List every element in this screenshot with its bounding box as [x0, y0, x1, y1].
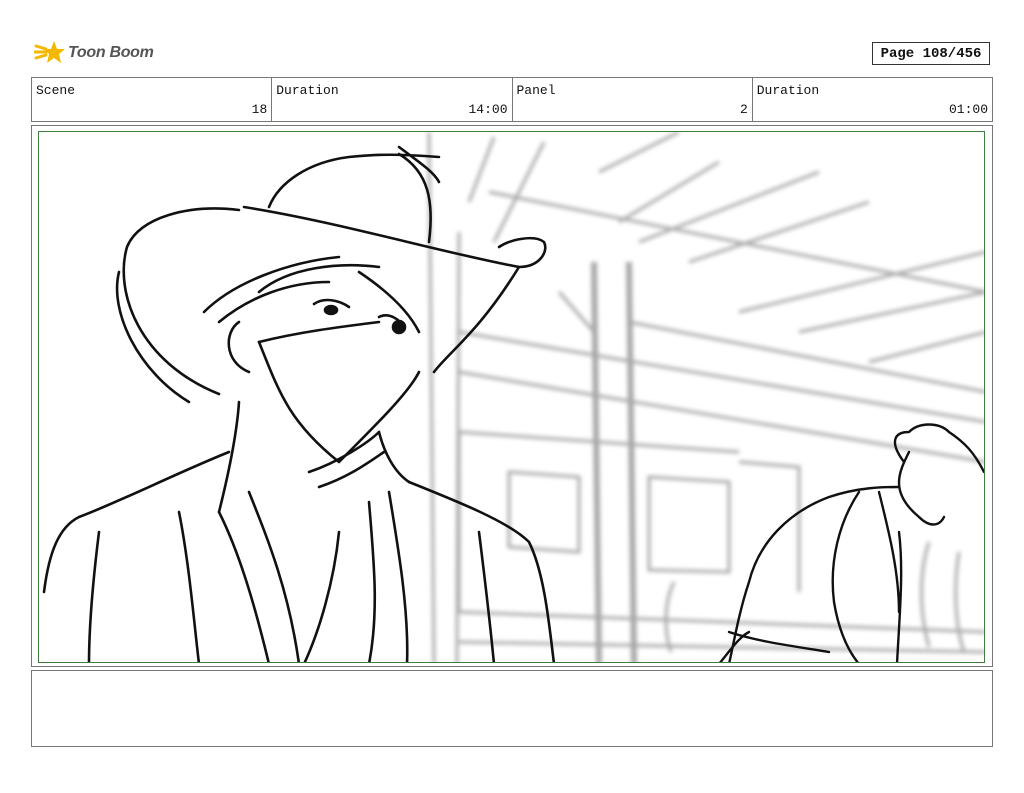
scene-value: 18 — [251, 102, 268, 117]
scene-label: Scene — [36, 83, 76, 98]
cowboy-figure — [42, 145, 556, 662]
panel-container — [31, 125, 993, 667]
panel-duration-value: 01:00 — [948, 102, 988, 117]
logo-text: Toon Boom — [68, 44, 154, 61]
panel-label: Panel — [516, 83, 556, 98]
storyboard-sketch — [42, 132, 984, 662]
scene-duration-value: 14:00 — [468, 102, 508, 117]
panel-info-row: Scene 18 Duration 14:00 Panel 2 Duration… — [31, 77, 993, 122]
panel-duration-cell: Duration 01:00 — [753, 78, 992, 121]
panel-notes-box — [31, 670, 993, 747]
panel-frame — [38, 131, 985, 663]
toon-boom-logo: Toon Boom — [34, 38, 164, 68]
panel-duration-label: Duration — [756, 83, 820, 98]
scene-duration-label: Duration — [276, 83, 339, 98]
scene-cell: Scene 18 — [32, 78, 273, 121]
page-number: Page 108/456 — [872, 42, 990, 65]
panel-cell: Panel 2 — [513, 78, 753, 121]
panel-value: 2 — [739, 102, 748, 117]
scene-duration-cell: Duration 14:00 — [272, 78, 513, 121]
toon-boom-star-icon — [34, 41, 65, 63]
